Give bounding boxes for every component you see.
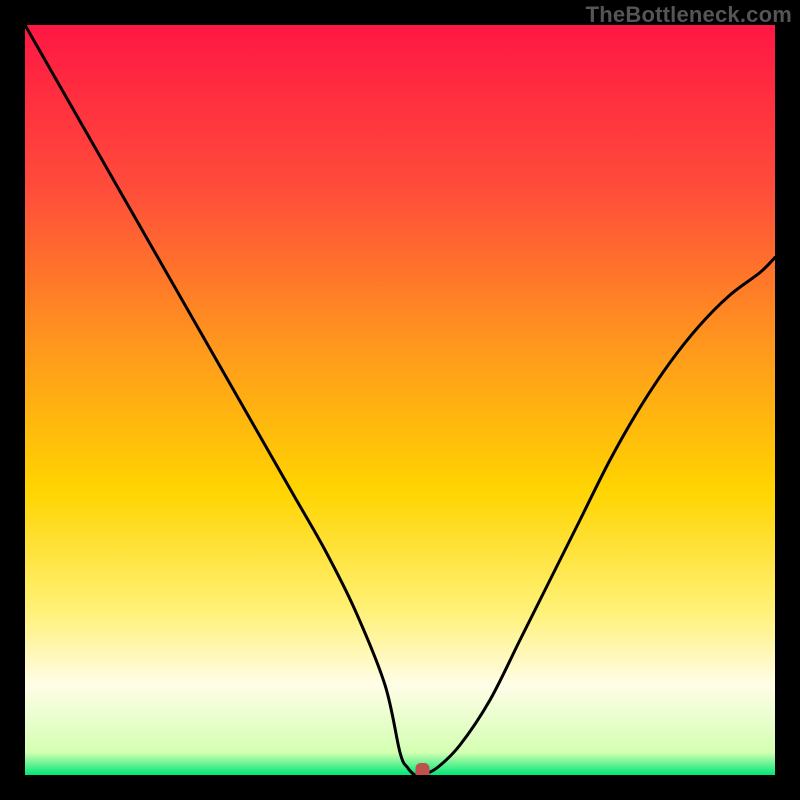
chart-frame: TheBottleneck.com — [0, 0, 800, 800]
bottleneck-chart — [25, 25, 775, 775]
optimum-marker — [416, 763, 430, 775]
plot-background — [25, 25, 775, 775]
